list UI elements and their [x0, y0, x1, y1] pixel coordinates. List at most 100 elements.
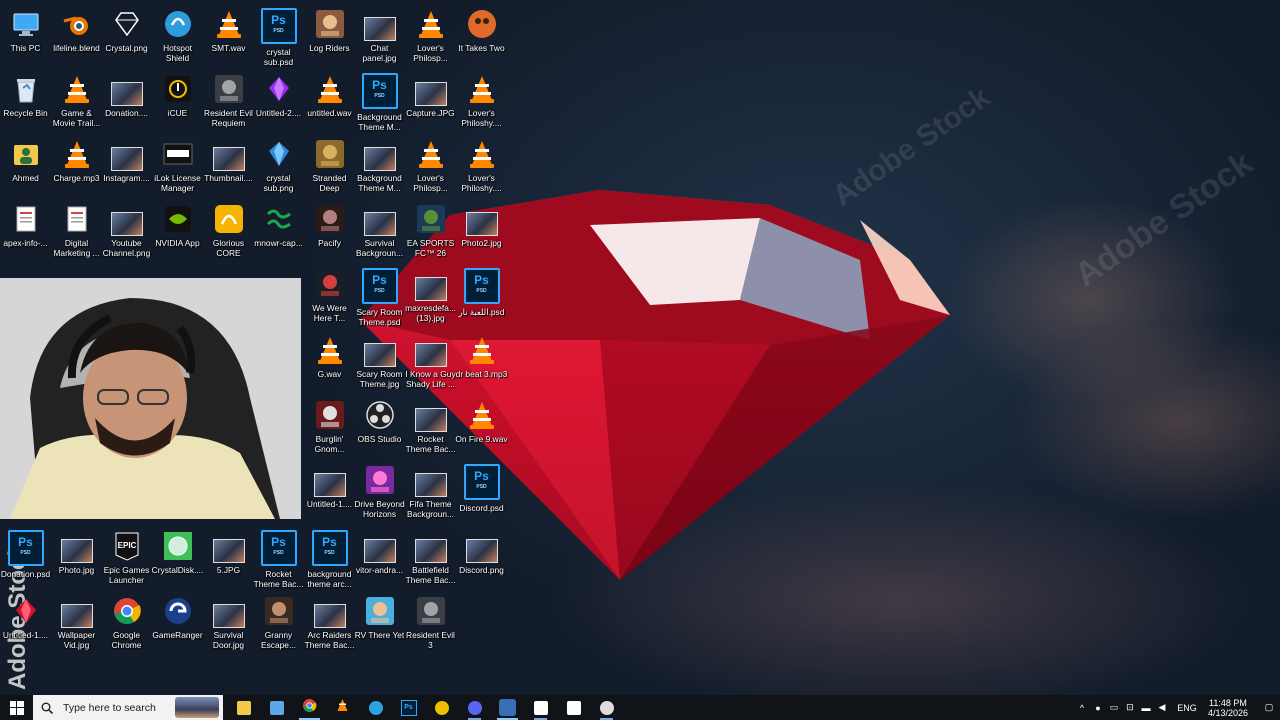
- desktop-icon[interactable]: Untitled-2....: [253, 69, 304, 133]
- capcut-alt-taskbar-button[interactable]: [557, 695, 590, 720]
- desktop-icon[interactable]: Lover's Philosp...: [405, 4, 456, 68]
- desktop-icon[interactable]: Untitled-1....: [304, 460, 355, 524]
- desktop-icon[interactable]: crystal sub.png: [253, 134, 304, 198]
- desktop-icon[interactable]: Donation....: [101, 69, 152, 133]
- desktop-icon[interactable]: Scary Room Theme.jpg: [354, 330, 405, 394]
- desktop-icon[interactable]: Burglin' Gnom...: [304, 395, 355, 459]
- desktop-icon[interactable]: Photo2.jpg: [456, 199, 507, 263]
- desktop-icon[interactable]: It Takes Two: [456, 4, 507, 68]
- desktop-icon[interactable]: dr beat 3.mp3: [456, 330, 507, 394]
- desktop-icon[interactable]: Thumbnail....: [203, 134, 254, 198]
- vlc-taskbar-taskbar-button[interactable]: [326, 695, 359, 720]
- desktop-icon[interactable]: Ps PSD crystal sub.psd: [253, 4, 304, 68]
- desktop-icon[interactable]: Glorious CORE: [203, 199, 254, 263]
- desktop-icon[interactable]: maxresdefa... (13).jpg: [405, 264, 456, 328]
- chrome-taskbar-taskbar-button[interactable]: [293, 695, 326, 720]
- desktop-icon[interactable]: Crystal.png: [101, 4, 152, 68]
- desktop-icon[interactable]: Granny Escape...: [253, 591, 304, 655]
- desktop-icon[interactable]: Ps PSD Scary Room Theme.psd: [354, 264, 405, 328]
- desktop-icon[interactable]: Instagram....: [101, 134, 152, 198]
- desktop-icon[interactable]: Photo.jpg: [51, 526, 102, 590]
- desktop-icon[interactable]: Lover's Philoshy....: [456, 69, 507, 133]
- file-explorer-taskbar-button[interactable]: [227, 695, 260, 720]
- desktop-icon[interactable]: SMT.wav: [203, 4, 254, 68]
- desktop-icon[interactable]: Untitled-1....: [0, 591, 51, 655]
- network-icon[interactable]: ⊡: [1122, 695, 1138, 720]
- desktop-icon[interactable]: OBS Studio: [354, 395, 405, 459]
- obs-taskbar-taskbar-button[interactable]: [590, 695, 623, 720]
- desktop-icon[interactable]: Log Riders: [304, 4, 355, 68]
- desktop-icon[interactable]: Ps PSD Rocket Theme Bac...: [253, 526, 304, 590]
- chevron-up-icon[interactable]: ^: [1074, 695, 1090, 720]
- desktop-icon[interactable]: Resident Evil 3: [405, 591, 456, 655]
- clock[interactable]: 11:48 PM 4/13/2026: [1208, 698, 1248, 718]
- desktop-icon[interactable]: We Were Here T...: [304, 264, 355, 328]
- desktop-icon[interactable]: This PC: [0, 4, 51, 68]
- desktop-icon[interactable]: Resident Evil Requiem: [203, 69, 254, 133]
- desktop-icon[interactable]: EA SPORTS FC™ 26: [405, 199, 456, 263]
- capcut-taskbar-button[interactable]: [524, 695, 557, 720]
- desktop-icon[interactable]: EPIC Epic Games Launcher: [101, 526, 152, 590]
- desktop-icon[interactable]: iCUE: [152, 69, 203, 133]
- desktop-icon[interactable]: 5.JPG: [203, 526, 254, 590]
- desktop-icon[interactable]: RV There Yet: [354, 591, 405, 655]
- desktop-icon[interactable]: Wallpaper Vid.jpg: [51, 591, 102, 655]
- desktop-icon[interactable]: G.wav: [304, 330, 355, 394]
- desktop-icon[interactable]: Drive Beyond Horizons: [354, 460, 405, 524]
- microphone-icon[interactable]: ●: [1090, 695, 1106, 720]
- desktop-icon[interactable]: Ps PSD اللعبة نار.psd: [456, 264, 507, 328]
- desktop-icon[interactable]: Game & Movie Trail...: [51, 69, 102, 133]
- discord-taskbar-button[interactable]: [458, 695, 491, 720]
- desktop-icon[interactable]: Ps PSD background theme arc...: [304, 526, 355, 590]
- notification-icon[interactable]: ▢: [1258, 695, 1280, 720]
- desktop-icon[interactable]: Background Theme M...: [354, 134, 405, 198]
- desktop-icon[interactable]: On Fire 9.wav: [455, 395, 508, 459]
- desktop-icon[interactable]: NVIDIA App: [152, 199, 203, 263]
- corsair-taskbar-button[interactable]: [425, 695, 458, 720]
- desktop-icon[interactable]: Hotspot Shield: [152, 4, 203, 68]
- desktop-icon[interactable]: Rocket Theme Bac...: [405, 395, 456, 459]
- desktop-icon[interactable]: GameRanger: [152, 591, 203, 655]
- app-window-taskbar-button[interactable]: [260, 695, 293, 720]
- steam-taskbar-button[interactable]: [491, 695, 524, 720]
- we-were-here-icon: [314, 268, 346, 300]
- desktop-icon[interactable]: Battlefield Theme Bac...: [405, 526, 456, 590]
- desktop-icon[interactable]: Survival Door.jpg: [203, 591, 254, 655]
- start-button[interactable]: [0, 695, 33, 720]
- desktop-icon[interactable]: I Know a Guy Shady Life ...: [405, 330, 456, 394]
- desktop-icon[interactable]: Ps PSD Background Theme M...: [354, 69, 405, 133]
- desktop-icon[interactable]: iLok License Manager: [152, 134, 203, 198]
- desktop-icon[interactable]: Arc Raiders Theme Bac...: [304, 591, 355, 655]
- desktop-icon[interactable]: Fifa Theme Backgroun...: [405, 460, 456, 524]
- desktop-icon[interactable]: Google Chrome: [101, 591, 152, 655]
- desktop-icon[interactable]: Ahmed: [0, 134, 51, 198]
- language-indicator[interactable]: ENG: [1174, 695, 1200, 720]
- desktop-icon[interactable]: Ps PSD Discord.psd: [456, 460, 507, 524]
- telegram-taskbar-button[interactable]: [359, 695, 392, 720]
- desktop-icon[interactable]: Lover's Philoshy....: [456, 134, 507, 198]
- desktop-icon[interactable]: Capture.JPG: [405, 69, 456, 133]
- desktop-icon[interactable]: Youtube Channel.png: [101, 199, 152, 263]
- desktop-icon[interactable]: mnowr-cap...: [253, 199, 304, 263]
- desktop-icon[interactable]: Ps PSD Donation.psd: [0, 526, 51, 590]
- desktop-icon[interactable]: Chat panel.jpg: [354, 4, 405, 68]
- desktop-icon[interactable]: Pacify: [304, 199, 355, 263]
- desktop-icon[interactable]: Digital Marketing ...: [51, 199, 102, 263]
- taskbar-search-box[interactable]: Type here to search: [33, 695, 223, 720]
- display-icon[interactable]: ▭: [1106, 695, 1122, 720]
- desktop-icon[interactable]: untitled.wav: [304, 69, 355, 133]
- desktop-icon[interactable]: vitor-andra...: [354, 526, 405, 590]
- desktop-icon[interactable]: Recycle Bin: [0, 69, 51, 133]
- desktop-icon[interactable]: Discord.png: [456, 526, 507, 590]
- photoshop-taskbar-taskbar-button[interactable]: Ps: [392, 695, 425, 720]
- desktop-icon[interactable]: Charge.mp3: [51, 134, 102, 198]
- desktop-icon[interactable]: lifeline.blend: [51, 4, 102, 68]
- desktop-icon[interactable]: Stranded Deep: [304, 134, 355, 198]
- desktop-icon[interactable]: apex-info-...: [0, 199, 51, 263]
- desktop-icon[interactable]: Lover's Philosp...: [405, 134, 456, 198]
- battery-icon[interactable]: ▬: [1138, 695, 1154, 720]
- desktop-icon[interactable]: Survival Backgroun...: [354, 199, 405, 263]
- taskbar: Type here to search Ps ^ ● ▭ ⊡ ▬ ◀ ENG 1…: [0, 695, 1280, 720]
- volume-icon[interactable]: ◀: [1154, 695, 1170, 720]
- desktop-icon[interactable]: CrystalDisk....: [152, 526, 203, 590]
